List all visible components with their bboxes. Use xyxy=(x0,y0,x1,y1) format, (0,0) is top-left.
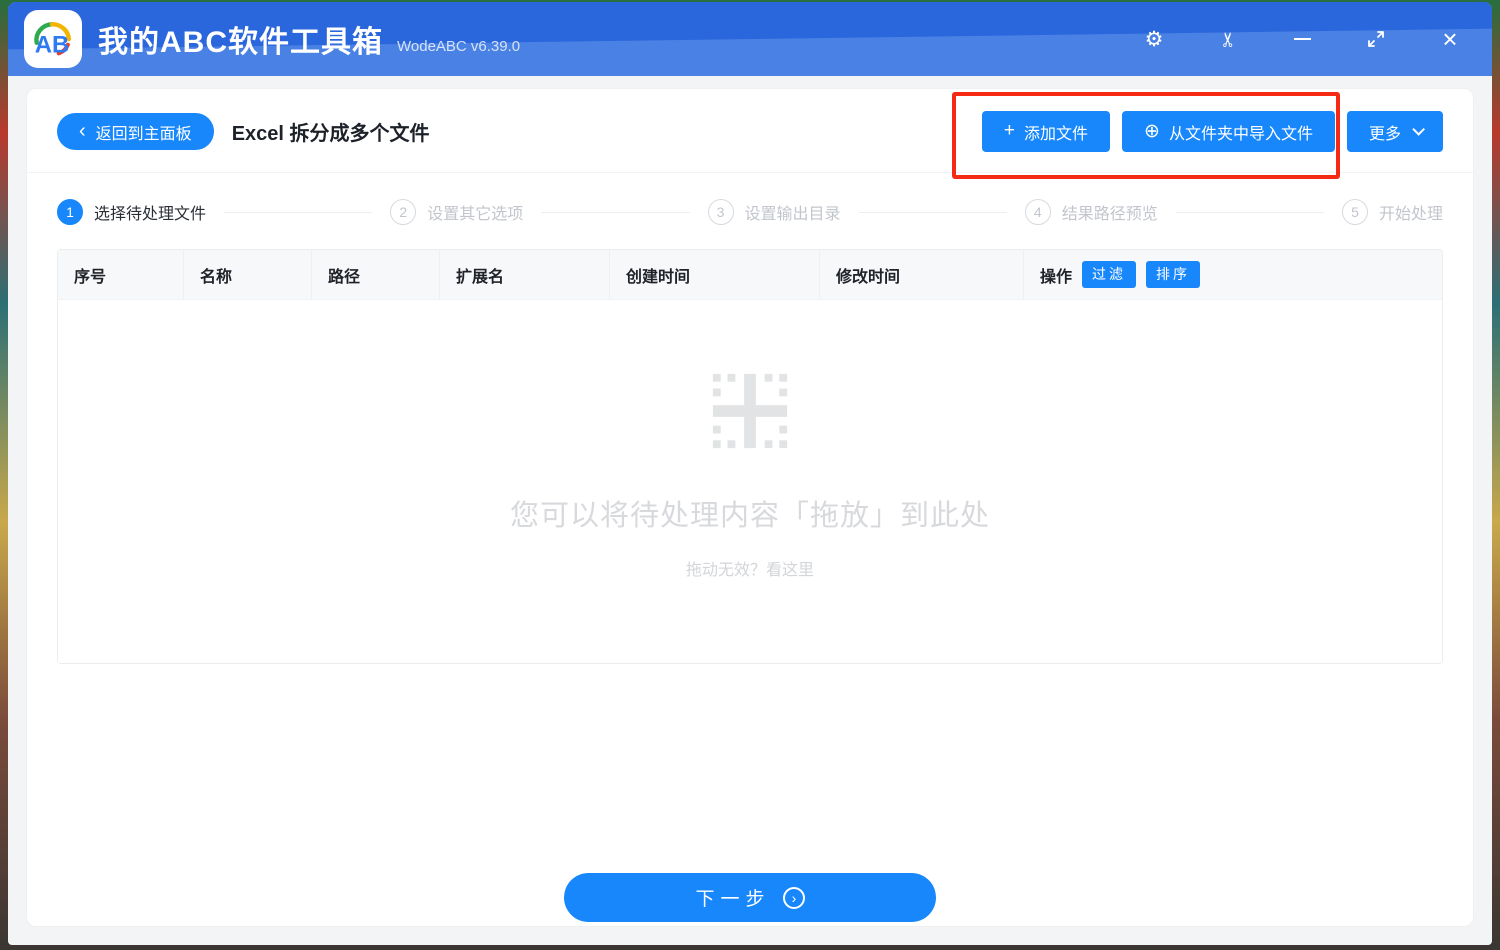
column-header-name: 名称 xyxy=(184,250,312,299)
scissors-glyph: ✂ xyxy=(1217,30,1240,48)
circle-plus-icon: ⊕ xyxy=(1144,120,1160,142)
step-connector xyxy=(1175,211,1324,213)
more-label: 更多 xyxy=(1368,125,1401,143)
main-area: ‹ 返回到主面板 Excel 拆分成多个文件 + 添加文件 ⊕ 从文件夹中导入文… xyxy=(8,76,1492,945)
page-title: Excel 拆分成多个文件 xyxy=(231,123,430,145)
step-3-circle: 3 xyxy=(707,199,734,225)
chevron-left-icon: ‹ xyxy=(79,119,86,142)
filter-button[interactable]: 过滤 xyxy=(1082,261,1137,288)
content-card: ‹ 返回到主面板 Excel 拆分成多个文件 + 添加文件 ⊕ 从文件夹中导入文… xyxy=(26,88,1474,927)
actions-label: 操作 xyxy=(1040,268,1073,286)
next-step-label: 下一步 xyxy=(695,889,771,910)
add-files-label: 添加文件 xyxy=(1024,125,1089,143)
column-header-modified: 修改时间 xyxy=(820,250,1024,299)
step-1-label: 选择待处理文件 xyxy=(94,206,207,223)
step-5-start: 5 开始处理 xyxy=(1342,199,1443,225)
step-5-label: 开始处理 xyxy=(1379,206,1444,223)
drop-zone[interactable]: 您可以将待处理内容「拖放」到此处 拖动无效？看这里 xyxy=(58,300,1442,663)
step-connector xyxy=(224,211,373,213)
toolbar-actions: + 添加文件 ⊕ 从文件夹中导入文件 更多 xyxy=(981,111,1443,152)
circle-arrow-right-icon: › xyxy=(782,886,805,909)
step-1-select-files: 1 选择待处理文件 xyxy=(57,199,206,225)
minimize-icon xyxy=(1293,38,1311,40)
toolbar: ‹ 返回到主面板 Excel 拆分成多个文件 + 添加文件 ⊕ 从文件夹中导入文… xyxy=(27,89,1473,173)
step-4-circle: 4 xyxy=(1024,199,1051,225)
step-2-options: 2 设置其它选项 xyxy=(390,199,523,225)
step-connector xyxy=(858,211,1007,213)
app-version: WodeABC v6.39.0 xyxy=(397,37,521,55)
step-4-path-preview: 4 结果路径预览 xyxy=(1024,199,1158,225)
column-header-actions: 操作 过滤 排序 xyxy=(1024,250,1442,299)
close-button[interactable]: × xyxy=(1436,25,1464,53)
drop-plus-icon xyxy=(712,373,788,448)
svg-text:AB: AB xyxy=(35,31,70,58)
file-table-header: 序号 名称 路径 扩展名 创建时间 修改时间 操作 过滤 排序 xyxy=(58,250,1442,300)
step-2-circle: 2 xyxy=(390,199,417,225)
column-header-created: 创建时间 xyxy=(610,250,820,299)
app-title: 我的ABC软件工具箱 xyxy=(98,26,383,59)
step-3-output-dir: 3 设置输出目录 xyxy=(707,199,841,225)
column-header-index: 序号 xyxy=(58,250,184,299)
import-from-folder-label: 从文件夹中导入文件 xyxy=(1168,125,1313,143)
scissors-icon[interactable]: ✂ xyxy=(1214,25,1242,53)
step-connector xyxy=(541,211,690,213)
title-bar: AB 我的ABC软件工具箱 WodeABC v6.39.0 ⚙ ✂ × xyxy=(8,2,1492,76)
plus-icon: + xyxy=(1003,119,1016,141)
step-indicator: 1 选择待处理文件 2 设置其它选项 3 设置输出目录 4 结果路径预览 5 开… xyxy=(27,173,1473,249)
column-header-extension: 扩展名 xyxy=(440,250,610,299)
window-controls: ⚙ ✂ × xyxy=(1140,25,1464,53)
abc-logo-icon: AB xyxy=(34,21,72,58)
settings-gear-icon[interactable]: ⚙ xyxy=(1140,25,1168,53)
back-button-label: 返回到主面板 xyxy=(95,125,192,143)
maximize-button[interactable] xyxy=(1362,25,1390,53)
chevron-down-icon xyxy=(1412,123,1425,136)
drop-zone-text: 您可以将待处理内容「拖放」到此处 xyxy=(509,499,990,532)
maximize-icon xyxy=(1368,31,1384,47)
file-table: 序号 名称 路径 扩展名 创建时间 修改时间 操作 过滤 排序 您可以将待处理内… xyxy=(57,249,1443,664)
step-2-label: 设置其它选项 xyxy=(427,206,524,223)
step-4-label: 结果路径预览 xyxy=(1061,206,1158,223)
step-1-circle: 1 xyxy=(57,199,83,225)
app-window: AB 我的ABC软件工具箱 WodeABC v6.39.0 ⚙ ✂ × ‹ 返回… xyxy=(8,2,1492,945)
add-files-button[interactable]: + 添加文件 xyxy=(981,111,1111,152)
column-header-path: 路径 xyxy=(312,250,440,299)
app-logo-icon: AB xyxy=(24,10,82,68)
more-button[interactable]: 更多 xyxy=(1346,111,1443,152)
sort-button[interactable]: 排序 xyxy=(1146,261,1201,288)
minimize-button[interactable] xyxy=(1288,25,1316,53)
back-to-dashboard-button[interactable]: ‹ 返回到主面板 xyxy=(57,113,214,150)
footer: 下一步 › xyxy=(27,873,1473,924)
next-step-button[interactable]: 下一步 › xyxy=(564,873,936,922)
drag-help-link[interactable]: 拖动无效？看这里 xyxy=(686,556,814,580)
step-5-circle: 5 xyxy=(1342,199,1368,225)
step-3-label: 设置输出目录 xyxy=(744,206,841,223)
import-from-folder-button[interactable]: ⊕ 从文件夹中导入文件 xyxy=(1122,111,1335,152)
